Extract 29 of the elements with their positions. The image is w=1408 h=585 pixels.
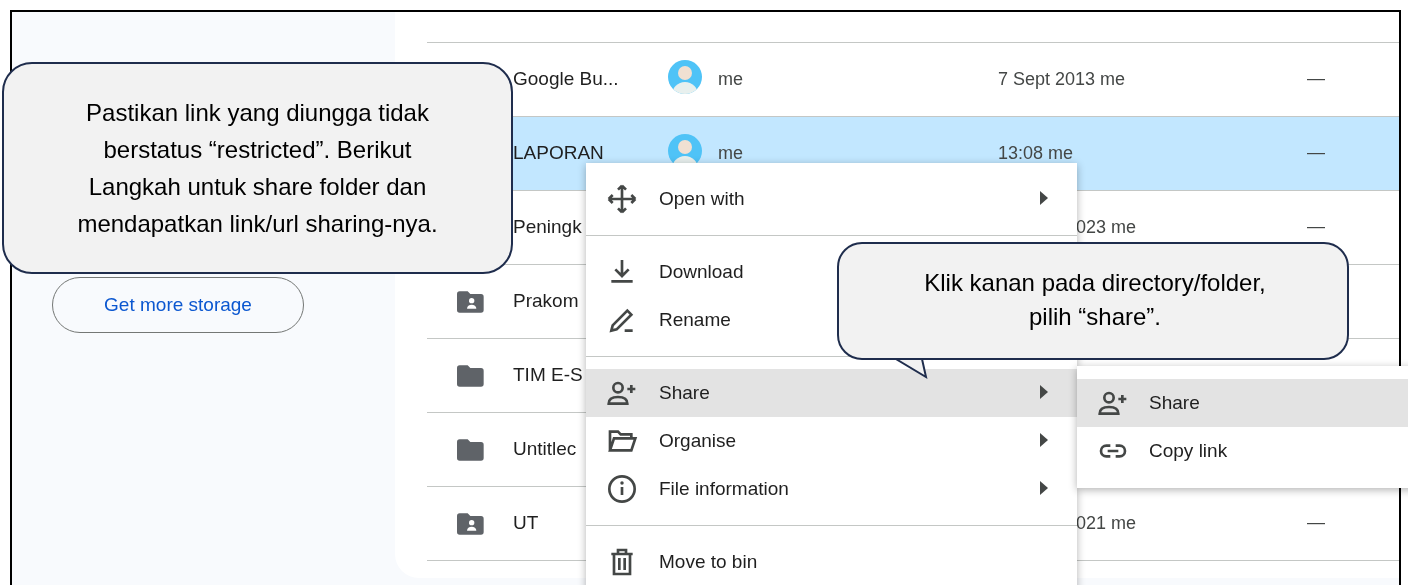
menu-item[interactable]: File information bbox=[586, 465, 1077, 513]
callout-text: Klik kanan pada directory/folder, pilih “share”. bbox=[923, 268, 1267, 332]
file-size: — bbox=[1307, 141, 1325, 164]
file-name: Peningk bbox=[513, 215, 582, 239]
file-size: — bbox=[1307, 511, 1325, 534]
menu-item[interactable]: Move to bin bbox=[586, 538, 766, 585]
file-name: Prakom bbox=[513, 289, 579, 313]
file-name: Google Bu... bbox=[513, 67, 619, 91]
file-size: — bbox=[1307, 67, 1325, 90]
menu-item[interactable]: Rename bbox=[586, 296, 739, 344]
file-name: UT bbox=[513, 511, 539, 535]
modified-date: 023 me bbox=[1075, 216, 1136, 239]
owner: me bbox=[718, 68, 743, 91]
menu-item[interactable]: Download bbox=[586, 248, 752, 296]
file-name: TIM E-S bbox=[513, 363, 583, 387]
menu-item[interactable]: Share bbox=[586, 369, 1077, 417]
info-icon bbox=[606, 473, 638, 505]
modified-date: 13:08 me bbox=[998, 142, 1074, 165]
avatar bbox=[668, 60, 702, 94]
modified-date: 7 Sept 2013 me bbox=[998, 68, 1126, 91]
file-size: — bbox=[1307, 215, 1325, 238]
menu-item[interactable]: Copy link bbox=[1077, 427, 1408, 475]
file-name: LAPORAN bbox=[513, 141, 604, 165]
modified-date: 021 me bbox=[1075, 512, 1136, 535]
move-icon bbox=[606, 183, 638, 215]
menu-item[interactable]: Organise bbox=[586, 417, 1077, 465]
file-name: Untitlec bbox=[513, 437, 577, 461]
menu-item[interactable]: Share bbox=[1077, 379, 1408, 427]
owner: me bbox=[718, 142, 743, 165]
